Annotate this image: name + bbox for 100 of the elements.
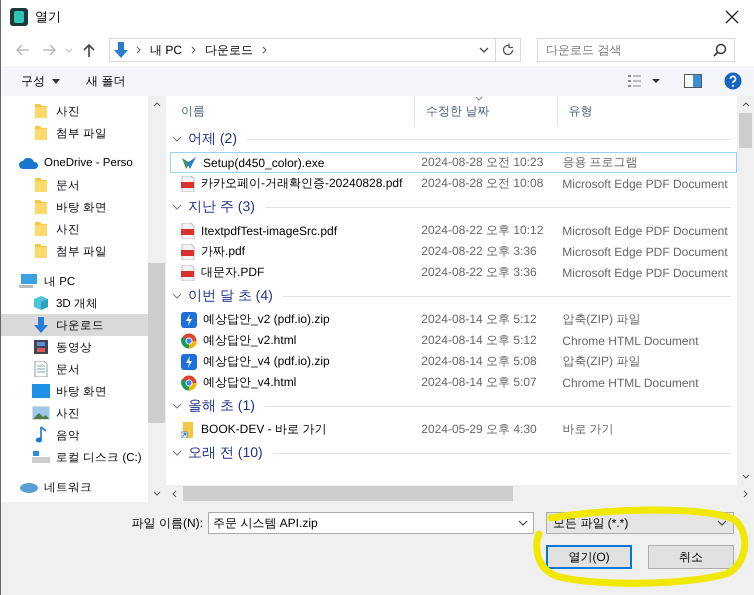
sidebar-item[interactable]: 로컬 디스크 (C:) <box>1 446 148 468</box>
file-row[interactable]: 가짜.pdf 2024-08-22 오후 3:36 Microsoft Edge PDF Document <box>170 241 737 262</box>
cloud-icon <box>19 157 39 169</box>
help-icon[interactable] <box>724 72 742 90</box>
search-field[interactable]: 다운로드 검색 <box>537 38 735 62</box>
sidebar-scrollbar[interactable] <box>148 96 165 502</box>
sidebar-item[interactable]: 동영상 <box>1 336 148 358</box>
sidebar-item[interactable]: 첨부 파일 <box>1 240 148 262</box>
column-header[interactable]: 유형 <box>558 96 737 126</box>
download-icon <box>31 317 51 333</box>
file-name-label: 파일 이름(N): <box>132 514 203 532</box>
zip-file-icon <box>181 354 197 370</box>
sidebar-item[interactable]: 첨부 파일 <box>1 122 148 144</box>
sidebar-item[interactable]: 바탕 화면 <box>1 380 148 402</box>
view-options-icon[interactable] <box>628 74 662 88</box>
new-folder-button[interactable]: 새 폴더 <box>78 68 134 94</box>
file-name: 예상답안_v2 (pdf.io).zip <box>203 311 330 328</box>
sidebar-item[interactable]: 음악 <box>1 424 148 446</box>
file-type: 압축(ZIP) 파일 <box>561 311 642 328</box>
file-type: Chrome HTML Document <box>561 334 700 348</box>
file-name-field[interactable]: 주문 시스템 API.zip <box>208 512 534 534</box>
chevron-icon[interactable] <box>191 46 196 54</box>
file-row[interactable]: 대문자.PDF 2024-08-22 오후 3:36 Microsoft Edge PDF Document <box>170 262 737 283</box>
sidebar-item[interactable]: 사진 <box>1 100 148 122</box>
file-date: 2024-05-29 오후 4:30 <box>420 421 538 438</box>
breadcrumb-item[interactable]: 다운로드 <box>205 42 254 58</box>
group-header[interactable]: 오래 전 (10) <box>188 444 263 462</box>
file-type: Microsoft Edge PDF Document <box>561 224 729 238</box>
file-name: 카카오페이-거래확인증-20240828.pdf <box>201 175 402 192</box>
file-name: Setup(d450_color).exe <box>203 156 324 170</box>
file-row[interactable]: BOOK-DEV - 바로 가기 2024-05-29 오후 4:30 바로 가기 <box>170 419 737 440</box>
sidebar-item[interactable]: 다운로드 <box>1 314 148 336</box>
column-header[interactable]: 수정한 날짜 <box>415 96 558 126</box>
drive-icon <box>31 450 51 464</box>
collapse-caret-icon[interactable] <box>172 293 182 299</box>
file-row[interactable]: 예상답안_v2 (pdf.io).zip 2024-08-14 오후 5:12 압축(ZIP) 파일 <box>170 309 737 330</box>
file-row[interactable]: 예상답안_v2.html 2024-08-14 오후 5:12 Chrome HTML Document <box>170 330 737 351</box>
download-icon <box>114 42 128 58</box>
cube-icon <box>31 295 51 311</box>
sidebar-item[interactable]: 3D 개체 <box>1 292 148 314</box>
sidebar-item[interactable]: 내 PC <box>1 270 148 292</box>
column-header[interactable]: 이름 <box>170 96 416 126</box>
scroll-thumb[interactable] <box>739 113 752 148</box>
file-row[interactable]: Setup(d450_color).exe 2024-08-28 오전 10:23 응용 프로그램 <box>170 152 737 173</box>
chevron-icon[interactable] <box>262 46 268 54</box>
computer-icon <box>19 273 39 289</box>
scroll-thumb[interactable] <box>183 486 513 501</box>
file-name: 대문자.PDF <box>201 264 264 281</box>
film-icon <box>31 339 51 355</box>
sidebar-item[interactable]: 사진 <box>1 402 148 424</box>
app-logo-icon <box>10 8 28 26</box>
file-name: 예상답안_v4.html <box>203 374 296 391</box>
group-header[interactable]: 지난 주 (3) <box>188 198 255 216</box>
dialog-button[interactable]: 취소 <box>648 545 734 569</box>
collapse-caret-icon[interactable] <box>172 204 182 210</box>
horizontal-scrollbar[interactable] <box>166 485 754 502</box>
collapse-caret-icon[interactable] <box>172 450 182 456</box>
browser-file-icon <box>181 374 197 390</box>
desktop-icon <box>31 384 51 398</box>
file-type: Microsoft Edge PDF Document <box>561 176 729 190</box>
sidebar-item[interactable]: 바탕 화면 <box>1 196 148 218</box>
group-header[interactable]: 이번 달 초 (4) <box>188 287 273 305</box>
sidebar-item[interactable]: 문서 <box>1 174 148 196</box>
sidebar-item[interactable]: 네트워크 <box>1 476 148 498</box>
pdf-file-icon <box>181 264 195 280</box>
group-header[interactable]: 어제 (2) <box>188 130 237 148</box>
preview-pane-icon[interactable] <box>684 74 702 88</box>
organize-menu[interactable]: 구성 <box>13 68 68 94</box>
dialog-button[interactable]: 열기(O) <box>546 545 632 569</box>
file-row[interactable]: 예상답안_v4 (pdf.io).zip 2024-08-14 오후 5:08 압축(ZIP) 파일 <box>170 351 737 372</box>
chevron-icon[interactable] <box>136 46 141 54</box>
file-type: 바로 가기 <box>561 421 615 438</box>
file-name: 예상답안_v2.html <box>203 332 296 349</box>
collapse-caret-icon[interactable] <box>172 136 182 142</box>
shortcut-folder-icon <box>181 422 195 438</box>
pdf-file-icon <box>181 222 195 238</box>
sidebar-item[interactable]: OneDrive - Perso <box>1 152 148 174</box>
breadcrumb-item[interactable]: 내 PC <box>150 42 182 58</box>
pdf-file-icon <box>181 244 195 260</box>
sidebar-item[interactable]: 문서 <box>1 358 148 380</box>
file-type: Chrome HTML Document <box>561 376 700 390</box>
file-date: 2024-08-28 오전 10:08 <box>420 175 544 192</box>
search-icon <box>713 43 727 57</box>
browser-file-icon <box>181 332 197 348</box>
address-bar[interactable]: 내 PC 다운로드 <box>109 38 521 62</box>
file-row[interactable]: 예상답안_v4.html 2024-08-14 오후 5:07 Chrome HTML Document <box>170 372 737 393</box>
file-row[interactable]: ItextpdfTest-imageSrc.pdf 2024-08-22 오후 10:12 Microsoft Edge PDF Document <box>170 220 737 241</box>
file-row[interactable]: 카카오페이-거래확인증-20240828.pdf 2024-08-28 오전 10:08 Microsoft Edge PDF Document <box>170 173 737 194</box>
file-date: 2024-08-22 오후 3:36 <box>420 243 538 260</box>
file-date: 2024-08-14 오후 5:12 <box>420 332 538 349</box>
pdf-file-icon <box>181 176 195 192</box>
scroll-thumb[interactable] <box>148 263 165 423</box>
list-scrollbar[interactable] <box>737 96 754 485</box>
sidebar-item[interactable]: 사진 <box>1 218 148 240</box>
file-date: 2024-08-28 오전 10:23 <box>420 154 544 171</box>
file-date: 2024-08-14 오후 5:08 <box>420 353 538 370</box>
zip-file-icon <box>181 312 197 328</box>
network-icon <box>19 480 39 494</box>
collapse-caret-icon[interactable] <box>172 403 182 409</box>
group-header[interactable]: 올해 초 (1) <box>188 397 255 415</box>
